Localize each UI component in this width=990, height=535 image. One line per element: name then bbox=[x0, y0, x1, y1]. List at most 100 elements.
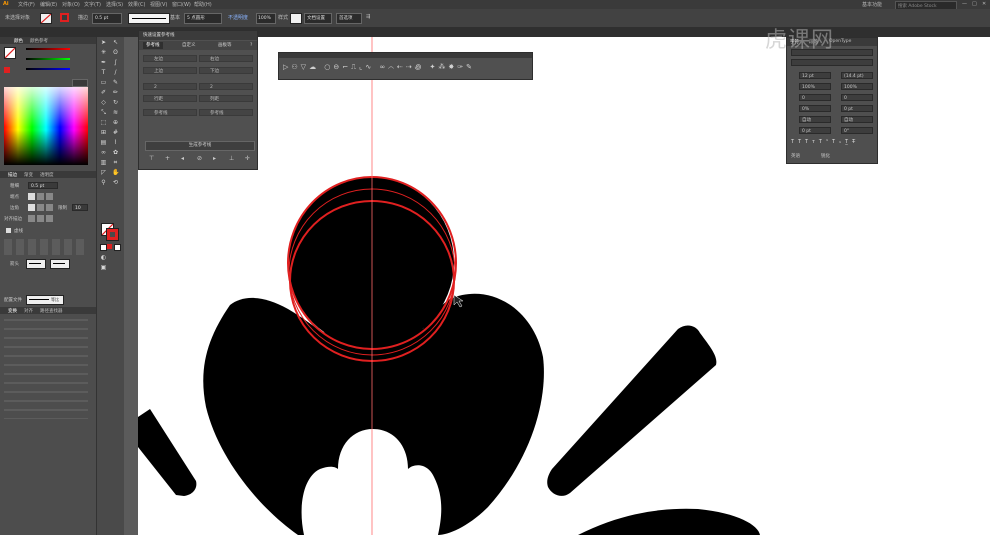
scale-tool-icon[interactable]: ⤡ bbox=[100, 109, 107, 116]
arrow-right-icon[interactable]: ⇢ bbox=[406, 63, 415, 71]
brush-definition[interactable]: 基本 bbox=[170, 14, 180, 21]
rotation-field[interactable]: 0° bbox=[841, 127, 873, 134]
guide-field-right[interactable]: 右边 bbox=[199, 55, 253, 62]
color-spectrum[interactable] bbox=[4, 87, 88, 165]
text-style-buttons[interactable]: TTTтT¹T₁T̲T̶ bbox=[791, 139, 873, 147]
menu-object[interactable]: 对象(O) bbox=[62, 1, 80, 8]
free-transform-icon[interactable]: ⬚ bbox=[100, 119, 107, 126]
graphic-style-swatch[interactable] bbox=[290, 13, 302, 24]
projecting-cap-button[interactable] bbox=[46, 193, 53, 200]
miter-join-button[interactable] bbox=[28, 204, 35, 211]
superscript-icon[interactable]: T¹ bbox=[819, 139, 832, 145]
align-left-icon[interactable]: ◂ bbox=[181, 155, 184, 162]
butt-cap-button[interactable] bbox=[28, 193, 35, 200]
brush-style-dropdown[interactable]: 5 点圆形 bbox=[184, 13, 222, 24]
close-icon[interactable]: ✕ bbox=[982, 1, 986, 7]
strikethrough-icon[interactable]: T̶ bbox=[852, 139, 859, 145]
graph-tool-icon[interactable]: ▥ bbox=[100, 159, 107, 166]
small-caps-icon[interactable]: Tт bbox=[805, 139, 819, 145]
direct-selection-tool-icon[interactable]: ↖ bbox=[112, 39, 119, 46]
tracking-field[interactable]: 0 bbox=[841, 94, 873, 101]
all-caps-icon[interactable]: TT bbox=[791, 139, 805, 145]
tab-color[interactable]: 颜色 bbox=[14, 38, 23, 44]
distribute-horizontal-icon[interactable]: ✛ bbox=[245, 155, 250, 162]
menu-type[interactable]: 文字(T) bbox=[84, 1, 101, 8]
guide-field-top[interactable]: 上边 bbox=[143, 67, 197, 74]
blend-tool-icon[interactable]: ∞ bbox=[100, 149, 107, 156]
guide-field-bottom[interactable]: 下边 bbox=[199, 67, 253, 74]
tab-custom[interactable]: 自定义 bbox=[179, 42, 199, 49]
red-slider[interactable] bbox=[26, 48, 70, 50]
gradient-mode-button[interactable] bbox=[107, 244, 112, 249]
loop-icon[interactable]: ∞ bbox=[379, 63, 388, 71]
menu-help[interactable]: 帮助(H) bbox=[194, 1, 212, 8]
menu-select[interactable]: 选择(S) bbox=[106, 1, 123, 8]
align-center-icon[interactable]: + bbox=[165, 155, 170, 162]
anti-aliasing-dropdown[interactable]: 锐化 bbox=[821, 153, 830, 159]
align-outside-button[interactable] bbox=[46, 215, 53, 222]
menu-effect[interactable]: 效果(C) bbox=[128, 1, 145, 8]
symbol-sprayer-icon[interactable]: ✿ bbox=[112, 149, 119, 156]
toolbar-stroke-swatch[interactable] bbox=[106, 228, 119, 241]
guide-field-cols[interactable]: 2 bbox=[199, 83, 253, 90]
group-icon[interactable]: ⚇ bbox=[291, 63, 300, 71]
tab-transparency[interactable]: 透明度 bbox=[40, 172, 54, 178]
screen-mode-icon[interactable]: ▣ bbox=[100, 264, 107, 271]
curvature-tool-icon[interactable]: ∫ bbox=[112, 59, 119, 66]
variable-width-profile[interactable] bbox=[128, 13, 170, 24]
align-inside-button[interactable] bbox=[37, 215, 44, 222]
fill-swatch[interactable] bbox=[40, 13, 52, 24]
align-center-button[interactable] bbox=[28, 215, 35, 222]
guide-field-left[interactable]: 左边 bbox=[143, 55, 197, 62]
maximize-icon[interactable]: □ bbox=[972, 1, 977, 7]
tab-artboards[interactable]: 画板等 bbox=[215, 42, 235, 49]
align-right-icon[interactable]: ▸ bbox=[213, 155, 216, 162]
distribute-icon[interactable]: ⊥ bbox=[229, 155, 234, 162]
eyedropper-icon[interactable]: ⌇ bbox=[112, 139, 119, 146]
vertical-scale-field[interactable]: 100% bbox=[799, 83, 831, 90]
font-style-dropdown[interactable] bbox=[791, 59, 873, 66]
limit-field[interactable]: 10 bbox=[72, 204, 88, 211]
perspective-grid-icon[interactable]: ⊞ bbox=[100, 129, 107, 136]
zoom-tool-icon[interactable]: ⚲ bbox=[100, 179, 107, 186]
guide-field-rows[interactable]: 2 bbox=[143, 83, 197, 90]
tab-color-guide[interactable]: 颜色参考 bbox=[30, 38, 48, 44]
leading-field[interactable]: (14.4 pt) bbox=[841, 72, 873, 79]
aki-right-field[interactable]: 自动 bbox=[841, 116, 873, 123]
rectangle-tool-icon[interactable]: ▭ bbox=[100, 79, 107, 86]
step-icon[interactable]: ⎍ bbox=[351, 63, 359, 71]
kerning-field[interactable]: 0 bbox=[799, 94, 831, 101]
none-mode-button[interactable] bbox=[114, 244, 121, 251]
draw-mode-icon[interactable]: ◐ bbox=[100, 254, 107, 261]
font-size-field[interactable]: 12 pt bbox=[799, 72, 831, 79]
pen-tool-icon[interactable]: ✒ bbox=[100, 59, 107, 66]
spray-icon[interactable]: ⁂ bbox=[438, 63, 448, 71]
language-dropdown[interactable]: 英语 bbox=[791, 153, 800, 159]
stroke-weight-field[interactable]: 0.5 pt bbox=[92, 13, 122, 24]
arrow-left-icon[interactable]: ⇠ bbox=[397, 63, 406, 71]
subscript-icon[interactable]: T₁ bbox=[832, 139, 845, 145]
magic-wand-icon[interactable]: ✳ bbox=[100, 49, 107, 56]
aki-left-field[interactable]: 自动 bbox=[799, 116, 831, 123]
slice-tool-icon[interactable]: ◸ bbox=[100, 169, 107, 176]
arc-icon[interactable]: ⊖ bbox=[333, 63, 342, 71]
hex-field[interactable] bbox=[72, 79, 88, 87]
guides-help-icon[interactable]: ? bbox=[247, 42, 255, 49]
profile-dropdown[interactable]: 等比 bbox=[26, 295, 64, 305]
wave-icon[interactable]: ∿ bbox=[365, 63, 374, 71]
rotate-tool-icon[interactable]: ↻ bbox=[112, 99, 119, 106]
document-setup-button[interactable]: 文档设置 bbox=[304, 13, 332, 24]
warning-icon[interactable] bbox=[4, 67, 10, 73]
tab-pathfinder[interactable]: 路径查找器 bbox=[40, 308, 63, 314]
minimize-icon[interactable]: — bbox=[962, 1, 967, 7]
baseline-field[interactable]: 0 pt bbox=[799, 127, 831, 134]
cloud-icon[interactable]: ☁ bbox=[309, 63, 319, 71]
arrange-icon[interactable]: ⇶ bbox=[366, 14, 370, 20]
round-cap-button[interactable] bbox=[37, 193, 44, 200]
menu-file[interactable]: 文件(F) bbox=[18, 1, 35, 8]
pathfinder-buttons[interactable] bbox=[4, 319, 88, 419]
tab-guides[interactable]: 参考线 bbox=[143, 42, 163, 49]
dash-fields[interactable] bbox=[4, 239, 88, 255]
round-join-button[interactable] bbox=[37, 204, 44, 211]
curve-icon[interactable]: ⌒ bbox=[388, 63, 397, 71]
